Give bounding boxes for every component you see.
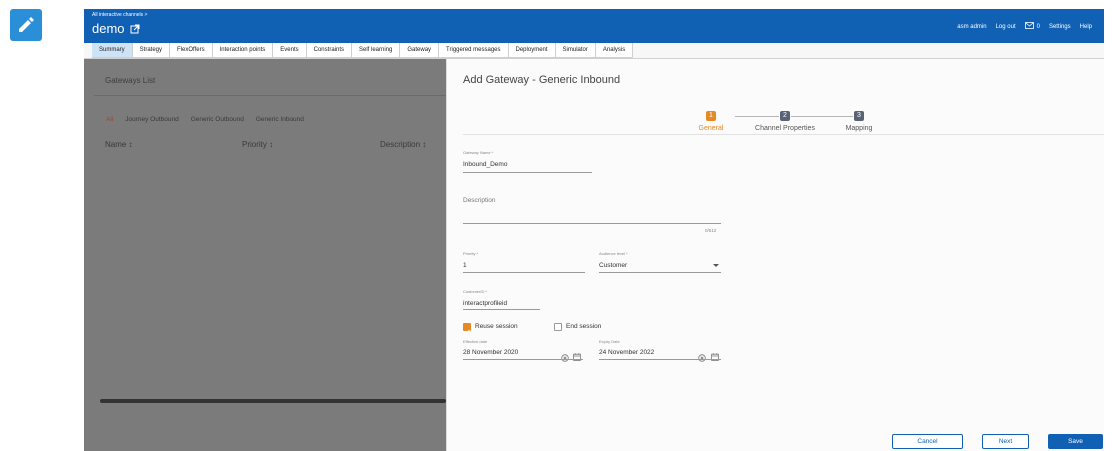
tab-simulator[interactable]: Simulator: [555, 43, 596, 58]
tab-self-learning[interactable]: Self learning: [352, 43, 401, 58]
audience-level-select[interactable]: Customer: [599, 262, 627, 269]
save-button[interactable]: Save: [1048, 434, 1103, 449]
step-connector: [735, 116, 779, 117]
tab-events[interactable]: Events: [273, 43, 307, 58]
clear-icon[interactable]: [561, 349, 569, 367]
mail-icon: [1024, 22, 1034, 31]
description-label: Description: [463, 197, 496, 204]
settings-link[interactable]: Settings: [1049, 24, 1071, 30]
column-name[interactable]: Name ↕: [105, 140, 133, 149]
step-1-label[interactable]: General: [691, 125, 731, 132]
calendar-icon[interactable]: [711, 348, 719, 366]
column-description[interactable]: Description ↕: [380, 140, 426, 149]
step-1-badge[interactable]: 1: [706, 111, 716, 121]
audience-level-label: Audience level *: [599, 251, 628, 256]
checkmark-icon: [464, 329, 470, 335]
reuse-session-label[interactable]: Reuse session: [475, 323, 518, 330]
gateway-name-input[interactable]: Inbound_Demo: [463, 161, 507, 168]
tab-interaction-points[interactable]: Interaction points: [212, 43, 274, 58]
effective-date-input[interactable]: 28 November 2020: [463, 349, 518, 356]
column-priority[interactable]: Priority ↕: [242, 140, 273, 149]
filter-all[interactable]: All: [106, 116, 113, 123]
effective-date-underline: [463, 359, 583, 360]
expiry-date-underline: [599, 359, 721, 360]
filter-generic-inbound[interactable]: Generic Inbound: [256, 116, 304, 123]
tab-summary[interactable]: Summary: [92, 43, 133, 58]
mail-count: 0: [1036, 23, 1040, 30]
cancel-button[interactable]: Cancel: [892, 434, 963, 449]
effective-date-label: Effective date: [463, 339, 488, 344]
application-window: All interactive channels > demo asm admi…: [84, 9, 1104, 451]
gateway-table-header: Name ↕ Priority ↕ Description ↕: [105, 140, 446, 150]
audience-level-underline: [599, 272, 721, 273]
tab-deployment[interactable]: Deployment: [508, 43, 556, 58]
expiry-date-input[interactable]: 24 November 2022: [599, 349, 654, 356]
gateway-filters: All Journey Outbound Generic Outbound Ge…: [106, 116, 304, 123]
step-2-label[interactable]: Channel Properties: [745, 125, 825, 132]
description-input[interactable]: [463, 223, 721, 224]
customer-id-underline: [463, 309, 540, 310]
edit-note-icon: [10, 9, 42, 41]
page-title-text: demo: [92, 21, 125, 36]
step-connector: [791, 116, 853, 117]
filter-journey-outbound[interactable]: Journey Outbound: [125, 116, 178, 123]
page-title: demo: [92, 21, 140, 36]
gateway-name-label: Gateway Name *: [463, 150, 494, 155]
priority-input[interactable]: 1: [463, 262, 467, 269]
breadcrumb[interactable]: All interactive channels >: [92, 12, 147, 18]
tab-strategy[interactable]: Strategy: [132, 43, 171, 58]
step-3-badge[interactable]: 3: [854, 111, 864, 121]
gateway-list-panel: Gateways List All Journey Outbound Gener…: [84, 59, 446, 451]
end-session-checkbox[interactable]: [554, 323, 562, 331]
external-link-icon[interactable]: [130, 24, 140, 34]
step-3-label[interactable]: Mapping: [839, 125, 879, 132]
stepper-divider: [463, 134, 1104, 135]
priority-underline: [463, 272, 585, 273]
tab-analysis[interactable]: Analysis: [595, 43, 634, 58]
help-link[interactable]: Help: [1080, 24, 1092, 30]
top-header: All interactive channels > demo asm admi…: [84, 9, 1104, 43]
tab-bar: Summary Strategy FlexOffers Interaction …: [92, 43, 634, 58]
gateway-list-divider: [94, 95, 446, 96]
reuse-session-checkbox[interactable]: [463, 323, 471, 335]
customer-id-label: CustomerID *: [463, 289, 488, 294]
clear-icon[interactable]: [698, 349, 706, 367]
add-gateway-panel: Add Gateway - Generic Inbound 1 General …: [446, 59, 1104, 451]
gateway-list-title: Gateways List: [105, 76, 156, 85]
customer-id-input[interactable]: interactprofileid: [463, 300, 507, 307]
header-links: asm admin Log out 0 Settings Help: [957, 22, 1092, 31]
chevron-down-icon[interactable]: [713, 264, 719, 267]
step-2-badge[interactable]: 2: [780, 111, 790, 121]
logout-link[interactable]: Log out: [996, 24, 1016, 30]
tab-triggered-messages[interactable]: Triggered messages: [439, 43, 509, 58]
expiry-date-label: Expiry Date: [599, 339, 620, 344]
gateway-name-underline: [463, 172, 592, 173]
priority-label: Priority *: [463, 251, 479, 256]
horizontal-scrollbar[interactable]: [100, 399, 446, 403]
tab-constraints[interactable]: Constraints: [306, 43, 352, 58]
description-counter: 0/512: [705, 228, 717, 233]
wizard-stepper: 1 General 2 Channel Properties 3 Mapping: [447, 59, 1104, 139]
tab-flexoffers[interactable]: FlexOffers: [170, 43, 213, 58]
tab-gateway[interactable]: Gateway: [400, 43, 440, 58]
user-name: asm admin: [957, 23, 987, 30]
end-session-label[interactable]: End session: [566, 323, 601, 330]
filter-generic-outbound[interactable]: Generic Outbound: [191, 116, 244, 123]
mail-notification[interactable]: 0: [1024, 22, 1040, 31]
next-button[interactable]: Next: [982, 434, 1029, 449]
calendar-icon[interactable]: [573, 348, 581, 366]
